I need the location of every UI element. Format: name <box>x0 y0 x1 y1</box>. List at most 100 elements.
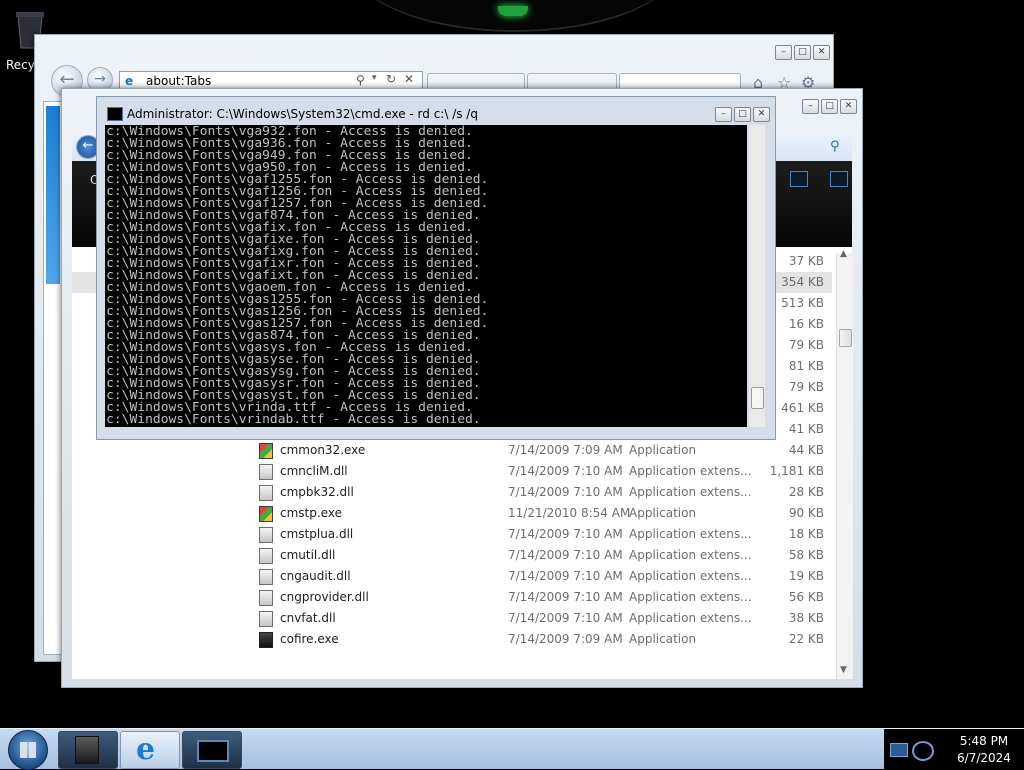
cmd-scrollbar[interactable] <box>749 125 765 427</box>
file-row[interactable]: cmstplua.dll 7/14/2009 7:10 AM Application… <box>72 524 832 545</box>
taskbar-explorer-button[interactable] <box>58 731 118 769</box>
file-name: cofire.exe <box>280 632 339 646</box>
file-name: cmmon32.exe <box>280 443 366 457</box>
pane-icon[interactable] <box>830 171 848 187</box>
file-size: 58 KB <box>788 548 824 562</box>
file-row[interactable]: cmmon32.exe 7/14/2009 7:09 AM Application 4… <box>72 440 832 461</box>
exe-dark-icon <box>259 632 273 648</box>
taskbar: e 5:48 PM 6/7/2024 <box>0 728 1024 770</box>
scrollbar-thumb[interactable] <box>839 329 852 347</box>
file-size: 22 KB <box>788 632 824 646</box>
file-date: 7/14/2009 7:10 AM <box>508 464 623 478</box>
view-icon[interactable] <box>790 171 808 187</box>
maximize-button[interactable]: □ <box>734 107 751 122</box>
refresh-icon[interactable]: ↻ <box>386 72 396 86</box>
file-size: 44 KB <box>788 443 824 457</box>
recycle-bin-label: Recy <box>6 58 35 72</box>
dll-file-icon <box>259 548 273 564</box>
dll-file-icon <box>259 611 273 627</box>
file-size: 56 KB <box>788 590 824 604</box>
dll-file-icon <box>259 464 273 480</box>
taskbar-ie-button[interactable]: e <box>120 731 180 769</box>
monitor-bezel <box>350 0 680 32</box>
exe-app-icon <box>259 443 273 459</box>
file-date: 7/14/2009 7:10 AM <box>508 611 623 625</box>
file-name: cngaudit.dll <box>280 569 351 583</box>
exe-app-icon <box>259 506 273 522</box>
ie-page-sidebar <box>46 106 60 284</box>
scroll-down-icon[interactable]: ▼ <box>840 665 847 675</box>
volume-icon[interactable] <box>912 741 934 761</box>
clock[interactable]: 5:48 PM 6/7/2024 <box>948 733 1020 767</box>
file-date: 11/21/2010 8:54 AM <box>508 506 631 520</box>
ie-page-icon: e <box>125 74 134 88</box>
file-size: 90 KB <box>788 506 824 520</box>
file-size: 513 KB <box>781 296 824 310</box>
file-row[interactable]: cofire.exe 7/14/2009 7:09 AM Application 22… <box>72 629 832 650</box>
file-list-scrollbar[interactable]: ▲ ▼ <box>836 249 853 679</box>
minimize-button[interactable]: – <box>775 45 792 60</box>
file-size: 18 KB <box>788 527 824 541</box>
file-type: Application <box>629 506 697 520</box>
cmd-scrollbar-thumb[interactable] <box>751 387 764 409</box>
file-size: 19 KB <box>788 569 824 583</box>
scroll-up-icon[interactable]: ▲ <box>840 249 847 259</box>
minimize-button[interactable]: – <box>802 99 819 114</box>
file-row[interactable]: cmpbk32.dll 7/14/2009 7:10 AM Application … <box>72 482 832 503</box>
file-size: 81 KB <box>788 359 824 373</box>
file-size: 37 KB <box>788 254 824 268</box>
console-output[interactable]: c:\Windows\Fonts\vga932.fon - Access is … <box>105 125 747 427</box>
explorer-search-icon[interactable]: ⚲ <box>830 139 840 154</box>
file-type: Application extens... <box>629 464 752 478</box>
explorer-window-controls: – □ ✕ <box>802 99 857 114</box>
dll-file-icon <box>259 569 273 585</box>
file-date: 7/14/2009 7:10 AM <box>508 590 623 604</box>
file-type: Application <box>629 443 697 457</box>
file-row[interactable]: cmstp.exe 11/21/2010 8:54 AM Application 90… <box>72 503 832 524</box>
file-name: cmstplua.dll <box>280 527 354 541</box>
file-date: 7/14/2009 7:10 AM <box>508 548 623 562</box>
close-button[interactable]: ✕ <box>753 107 770 122</box>
close-button[interactable]: ✕ <box>840 99 857 114</box>
file-size: 41 KB <box>788 422 824 436</box>
stop-icon[interactable]: ✕ <box>404 72 414 86</box>
cmd-app-icon <box>197 740 229 762</box>
cmd-icon <box>107 107 123 121</box>
file-size: 28 KB <box>788 485 824 499</box>
close-button[interactable]: ✕ <box>813 45 830 60</box>
file-date: 7/14/2009 7:09 AM <box>508 632 623 646</box>
file-date: 7/14/2009 7:10 AM <box>508 527 623 541</box>
file-row[interactable]: cmncliM.dll 7/14/2009 7:10 AM Application … <box>72 461 832 482</box>
explorer-app-icon <box>75 736 99 764</box>
minimize-button[interactable]: – <box>715 107 732 122</box>
file-name: cmncliM.dll <box>280 464 348 478</box>
file-size: 79 KB <box>788 380 824 394</box>
dropdown-icon[interactable]: ▾ <box>372 73 377 83</box>
start-button[interactable] <box>8 730 48 770</box>
file-row[interactable]: cngaudit.dll 7/14/2009 7:10 AM Application… <box>72 566 832 587</box>
file-type: Application extens... <box>629 527 752 541</box>
file-row[interactable]: cnvfat.dll 7/14/2009 7:10 AM Application e… <box>72 608 832 629</box>
search-icon[interactable]: ⚲ <box>356 73 365 87</box>
console-text: c:\Windows\Fonts\vga932.fon - Access is … <box>106 125 489 426</box>
file-date: 7/14/2009 7:09 AM <box>508 443 623 457</box>
file-row[interactable]: cngprovider.dll 7/14/2009 7:10 AM Applicat… <box>72 587 832 608</box>
taskbar-cmd-button[interactable] <box>182 731 242 769</box>
file-row[interactable]: cmutil.dll 7/14/2009 7:10 AM Application e… <box>72 545 832 566</box>
dll-file-icon <box>259 527 273 543</box>
file-size: 461 KB <box>781 401 824 415</box>
cmd-window-controls: – □ ✕ <box>715 107 770 122</box>
file-date: 7/14/2009 7:10 AM <box>508 485 623 499</box>
clock-date: 6/7/2024 <box>957 751 1011 765</box>
file-name: cmstp.exe <box>280 506 342 520</box>
maximize-button[interactable]: □ <box>794 45 811 60</box>
file-type: Application extens... <box>629 548 752 562</box>
file-type: Application extens... <box>629 485 752 499</box>
file-size: 79 KB <box>788 338 824 352</box>
ie-app-icon: e <box>136 732 156 767</box>
network-icon[interactable] <box>890 743 908 757</box>
cmd-window[interactable]: Administrator: C:\Windows\System32\cmd.e… <box>96 96 776 440</box>
file-name: cngprovider.dll <box>280 590 369 604</box>
file-type: Application extens... <box>629 611 752 625</box>
maximize-button[interactable]: □ <box>821 99 838 114</box>
